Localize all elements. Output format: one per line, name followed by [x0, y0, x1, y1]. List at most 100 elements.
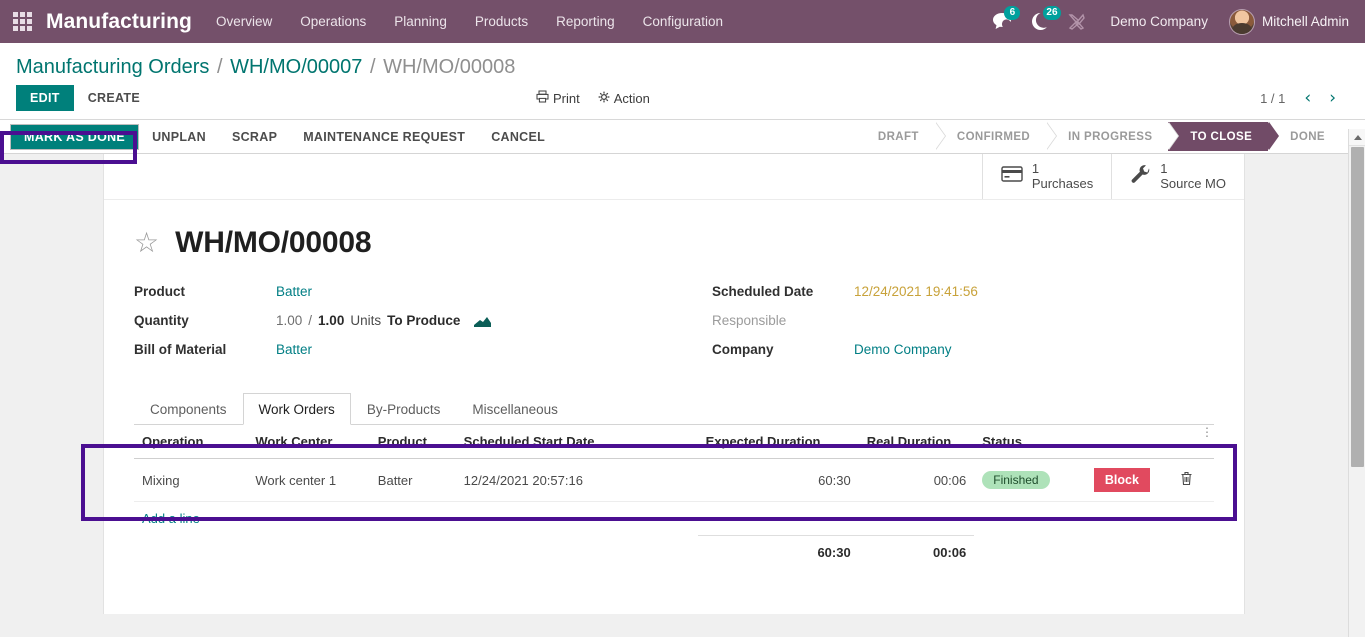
cancel-button[interactable]: CANCEL [478, 124, 558, 150]
messages-count-badge: 6 [1004, 6, 1021, 20]
block-button[interactable]: Block [1093, 468, 1150, 492]
cell-real-duration[interactable]: 00:06 [858, 458, 975, 502]
control-panel: Manufacturing Orders / WH/MO/00007 / WH/… [0, 43, 1365, 120]
maintenance-request-button[interactable]: MAINTENANCE REQUEST [290, 124, 478, 150]
work-orders-table-body: Mixing Work center 1 Batter 12/24/2021 2… [134, 458, 1214, 536]
total-real-duration: 00:06 [858, 535, 975, 569]
debug-tools-icon[interactable] [1059, 0, 1094, 43]
field-company-value[interactable]: Demo Company [854, 342, 952, 357]
scrollbar-thumb[interactable] [1351, 147, 1364, 467]
area-chart-icon[interactable] [474, 314, 492, 327]
field-product-value[interactable]: Batter [276, 284, 312, 299]
control-panel-buttons: EDIT CREATE Print Action 1 / 1 ‹ › [0, 85, 1365, 119]
field-bom-label: Bill of Material [134, 342, 227, 357]
column-status: Status [974, 425, 1086, 459]
cell-work-center[interactable]: Work center 1 [247, 458, 370, 502]
add-line-row[interactable]: Add a line [134, 502, 1214, 536]
notebook: Components Work Orders By-Products Misce… [104, 393, 1244, 569]
nav-menu-operations[interactable]: Operations [286, 3, 380, 40]
status-badge: Finished [982, 471, 1050, 489]
smart-button-source-mo-value: 1 [1160, 160, 1168, 176]
column-product: Product [369, 425, 456, 459]
field-product-label: Product [134, 284, 186, 299]
stage-in-progress[interactable]: IN PROGRESS [1046, 122, 1180, 151]
top-navbar: Manufacturing Overview Operations Planni… [0, 0, 1365, 43]
record-title-row: ☆ WH/MO/00008 [104, 200, 1244, 270]
tab-by-products[interactable]: By-Products [351, 393, 457, 425]
trash-icon[interactable] [1180, 471, 1193, 489]
nav-menu-reporting[interactable]: Reporting [542, 3, 629, 40]
activities-menu[interactable]: 26 [1022, 0, 1061, 43]
action-dropdown[interactable]: Action [598, 91, 650, 106]
stage-draft[interactable]: DRAFT [855, 122, 946, 151]
unplan-button[interactable]: UNPLAN [139, 124, 219, 150]
column-operation: Operation [134, 425, 248, 459]
smart-button-purchases-label: Purchases [1031, 175, 1094, 191]
print-dropdown[interactable]: Print [536, 90, 580, 106]
form-sheet: 1 Purchases 1 Source MO ☆ WH/MO/00008 Pr… [103, 154, 1245, 614]
app-brand-manufacturing[interactable]: Manufacturing [42, 10, 202, 34]
action-label: Action [613, 90, 650, 106]
create-button[interactable]: CREATE [74, 85, 154, 111]
tab-components[interactable]: Components [134, 393, 243, 425]
stage-to-close[interactable]: TO CLOSE [1168, 122, 1279, 151]
scrap-button[interactable]: SCRAP [219, 124, 290, 150]
scroll-up-arrow-icon[interactable] [1349, 129, 1365, 146]
tab-work-orders[interactable]: Work Orders [242, 393, 351, 425]
cell-product[interactable]: Batter [369, 458, 456, 502]
field-quantity-separator: / [308, 313, 313, 328]
tab-miscellaneous[interactable]: Miscellaneous [456, 393, 574, 425]
edit-button[interactable]: EDIT [16, 85, 74, 111]
nav-menu-overview[interactable]: Overview [202, 3, 286, 40]
table-header-row: Operation Work Center Product Scheduled … [134, 425, 1214, 459]
total-expected-duration: 60:30 [697, 535, 859, 569]
add-a-line-button[interactable]: Add a line [134, 502, 1214, 535]
table-row[interactable]: Mixing Work center 1 Batter 12/24/2021 2… [134, 458, 1214, 502]
smart-button-source-mo[interactable]: 1 Source MO [1111, 154, 1244, 199]
field-bom-value[interactable]: Batter [276, 342, 312, 357]
vertical-scrollbar[interactable] [1348, 129, 1365, 637]
pager-next-icon[interactable]: › [1322, 88, 1343, 109]
cell-status: Finished [974, 458, 1086, 502]
smart-button-source-mo-label: Source MO [1160, 175, 1226, 191]
user-name: Mitchell Admin [1261, 14, 1349, 29]
page-title: WH/MO/00008 [175, 226, 372, 259]
breadcrumb: Manufacturing Orders / WH/MO/00007 / WH/… [0, 43, 1365, 85]
vertical-dots-icon[interactable]: ⋮ [1201, 426, 1213, 438]
nav-menu-products[interactable]: Products [461, 3, 542, 40]
company-switcher[interactable]: Demo Company [1094, 14, 1221, 29]
breadcrumb-parent[interactable]: WH/MO/00007 [230, 56, 362, 78]
work-orders-table-foot: 60:30 00:06 [134, 535, 1214, 569]
column-scheduled-start-date: Scheduled Start Date [455, 425, 698, 459]
user-menu[interactable]: Mitchell Admin [1221, 8, 1353, 35]
field-groups: Product Batter Quantity 1.00 / 1.00 Unit… [104, 270, 1244, 371]
field-responsible: Responsible [712, 313, 1214, 341]
field-quantity: Quantity 1.00 / 1.00 Units To Produce [134, 313, 674, 341]
field-quantity-done: 1.00 [276, 313, 303, 328]
field-bill-of-material: Bill of Material Batter [134, 342, 674, 370]
breadcrumb-root[interactable]: Manufacturing Orders [16, 56, 209, 78]
smart-button-purchases[interactable]: 1 Purchases [981, 154, 1111, 199]
cell-scheduled-start-date[interactable]: 12/24/2021 20:57:16 [455, 458, 698, 502]
pager-previous-icon[interactable]: ‹ [1297, 88, 1318, 109]
stage-confirmed[interactable]: CONFIRMED [934, 122, 1058, 151]
nav-menu-planning[interactable]: Planning [380, 3, 461, 40]
statusbar: MARK AS DONE UNPLAN SCRAP MAINTENANCE RE… [0, 120, 1365, 154]
field-scheduled-date-label: Scheduled Date [712, 284, 814, 299]
printer-icon [536, 90, 549, 106]
column-work-center: Work Center [247, 425, 370, 459]
breadcrumb-separator-1: / [216, 56, 223, 78]
nav-menu-configuration[interactable]: Configuration [629, 3, 737, 40]
status-stages: DRAFT CONFIRMED IN PROGRESS TO CLOSE DON… [855, 122, 1341, 152]
cell-operation[interactable]: Mixing [134, 458, 248, 502]
work-orders-table-head: Operation Work Center Product Scheduled … [134, 425, 1214, 459]
star-outline-icon[interactable]: ☆ [134, 229, 159, 257]
field-responsible-label: Responsible [712, 313, 787, 328]
cell-expected-duration[interactable]: 60:30 [697, 458, 859, 502]
smart-button-box: 1 Purchases 1 Source MO [104, 154, 1244, 200]
apps-menu-icon[interactable] [8, 8, 36, 36]
form-view-content: 1 Purchases 1 Source MO ☆ WH/MO/00008 Pr… [0, 154, 1365, 614]
messages-menu[interactable]: 6 [983, 0, 1022, 43]
mark-as-done-button[interactable]: MARK AS DONE [10, 123, 140, 150]
field-scheduled-date-value: 12/24/2021 19:41:56 [854, 284, 978, 299]
